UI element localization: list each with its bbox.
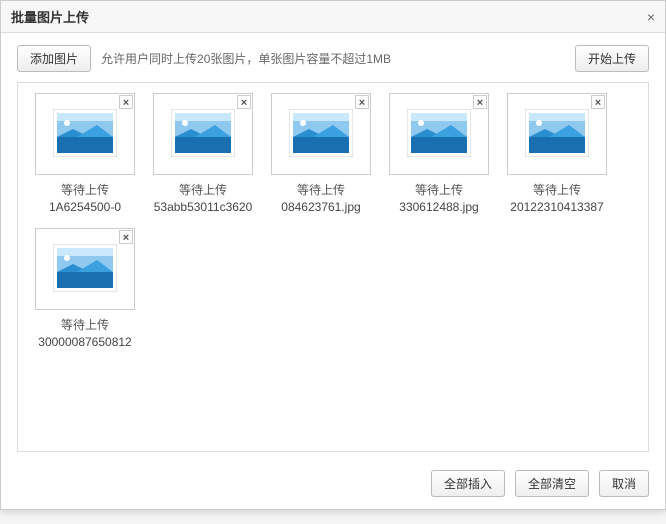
filename-label: 1A6254500-0 [29,200,141,214]
insert-all-button[interactable]: 全部插入 [431,470,505,497]
image-thumbnail-icon [407,109,471,160]
upload-status: 等待上传 [383,181,495,198]
image-thumbnail-icon [525,109,589,160]
cancel-button[interactable]: 取消 [599,470,649,497]
filename-label: 084623761.jpg [265,200,377,214]
thumbnail-box: × [389,93,489,175]
remove-icon[interactable]: × [237,95,251,109]
dialog-header: 批量图片上传 × [1,1,665,33]
remove-icon[interactable]: × [119,230,133,244]
start-upload-button[interactable]: 开始上传 [575,45,649,72]
image-thumbnail-icon [53,109,117,160]
remove-icon[interactable]: × [591,95,605,109]
upload-dialog: 批量图片上传 × 添加图片 允许用户同时上传20张图片，单张图片容量不超过1MB… [0,0,666,510]
upload-grid-container: × 等待上传 1A6254500-0 × 等待上传 53abb53011c3620 × 等待上… [17,82,649,452]
remove-icon[interactable]: × [119,95,133,109]
upload-item: × 等待上传 20122310413387 [501,93,613,214]
filename-label: 30000087650812 [29,335,141,349]
upload-hint: 允许用户同时上传20张图片，单张图片容量不超过1MB [101,50,567,67]
upload-item: × 等待上传 330612488.jpg [383,93,495,214]
thumbnail-box: × [271,93,371,175]
filename-label: 20122310413387 [501,200,613,214]
upload-status: 等待上传 [29,181,141,198]
upload-status: 等待上传 [147,181,259,198]
upload-grid: × 等待上传 1A6254500-0 × 等待上传 53abb53011c3620 × 等待上… [26,93,640,363]
clear-all-button[interactable]: 全部清空 [515,470,589,497]
upload-status: 等待上传 [265,181,377,198]
dialog-title: 批量图片上传 [11,7,89,26]
dialog-body: 添加图片 允许用户同时上传20张图片，单张图片容量不超过1MB 开始上传 × 等待… [1,33,665,460]
add-image-button[interactable]: 添加图片 [17,45,91,72]
filename-label: 330612488.jpg [383,200,495,214]
image-thumbnail-icon [53,244,117,295]
upload-status: 等待上传 [29,316,141,333]
remove-icon[interactable]: × [355,95,369,109]
thumbnail-box: × [507,93,607,175]
close-icon[interactable]: × [647,9,655,25]
image-thumbnail-icon [171,109,235,160]
dialog-footer: 全部插入 全部清空 取消 [1,460,665,509]
upload-item: × 等待上传 30000087650812 [29,228,141,349]
thumbnail-box: × [153,93,253,175]
upload-item: × 等待上传 084623761.jpg [265,93,377,214]
upload-status: 等待上传 [501,181,613,198]
upload-item: × 等待上传 1A6254500-0 [29,93,141,214]
image-thumbnail-icon [289,109,353,160]
filename-label: 53abb53011c3620 [147,200,259,214]
thumbnail-box: × [35,93,135,175]
upload-item: × 等待上传 53abb53011c3620 [147,93,259,214]
toolbar: 添加图片 允许用户同时上传20张图片，单张图片容量不超过1MB 开始上传 [17,45,649,72]
thumbnail-box: × [35,228,135,310]
remove-icon[interactable]: × [473,95,487,109]
